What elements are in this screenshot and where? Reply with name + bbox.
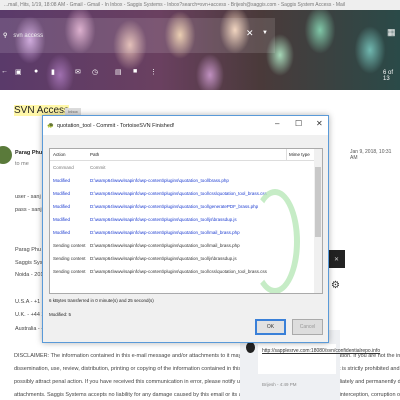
row-action: Command [53, 165, 74, 170]
close-icon[interactable]: ✕ [316, 119, 323, 128]
dialog-titlebar[interactable]: 🐢 quotation_tool - Commit - TortoiseSVN F… [43, 116, 328, 135]
close-panel-icon[interactable]: ✕ [328, 250, 345, 268]
row-path: D:\wamp64\www\sapinfo\wp-content\plugins… [90, 178, 229, 183]
search-icon: ⚲ [3, 33, 8, 39]
minimize-icon[interactable]: – [275, 119, 279, 128]
body-line: pass - sanj [15, 207, 42, 213]
table-row[interactable]: Modified D:\wamp64\www\sapinfo\wp-content… [50, 174, 322, 187]
disclaimer-line: dissemination, use, review, distribution… [14, 366, 400, 372]
row-action: Modified [53, 217, 71, 222]
gmail-header: ...mail, Hits, 1/19, 18:08 AM - Gmail - … [0, 0, 400, 90]
body-line: Saggis Sys [15, 260, 43, 266]
cancel-button[interactable]: Cancel [292, 319, 323, 335]
chat-meta: Brijesh - 4:49 PM [262, 382, 297, 387]
chat-link[interactable]: http://sapplesrve.com:18080/svn/confiden… [258, 344, 380, 374]
row-action: Sending content [53, 256, 86, 261]
search-options-icon[interactable]: ▼ [262, 30, 268, 36]
back-icon[interactable]: ← [1, 68, 8, 75]
row-action: Modified [53, 204, 71, 209]
search-value: svn access [13, 32, 44, 39]
tortoise-icon: 🐢 [47, 122, 54, 129]
row-action: Modified [53, 191, 71, 196]
snooze-icon[interactable]: ◷ [92, 68, 98, 76]
dialog-title: quotation_tool - Commit - TortoiseSVN Fi… [56, 122, 175, 129]
tortoise-arrow-watermark [250, 189, 300, 293]
label-icon[interactable]: ■ [133, 68, 137, 75]
column-mime[interactable]: Mime type [286, 149, 316, 160]
gear-icon[interactable]: ⚙ [331, 280, 340, 291]
modified-count: Modified: 5 [49, 312, 72, 317]
row-action: Modified [53, 230, 71, 235]
scrollbar-thumb[interactable] [315, 167, 321, 237]
archive-icon[interactable]: ▣ [15, 68, 22, 76]
chat-avatar [246, 342, 255, 353]
message-count: 6 of 13 [383, 70, 394, 82]
inbox-label[interactable]: Inbox [65, 108, 81, 115]
clear-search-icon[interactable]: ✕ [246, 28, 254, 39]
commit-log-list[interactable]: Action Path Mime type Command Commit Modif… [49, 148, 323, 294]
column-action[interactable]: Action [50, 152, 90, 157]
scrollbar[interactable] [314, 149, 322, 293]
row-action: Sending content [53, 243, 86, 248]
more-icon[interactable]: ⋮ [150, 68, 157, 76]
disclaimer-line: possibly attract penal action. If you ha… [14, 379, 400, 385]
spam-icon[interactable]: ● [34, 68, 38, 75]
mark-unread-icon[interactable]: ✉ [75, 68, 81, 76]
browser-strip: ...mail, Hits, 1/19, 18:08 AM - Gmail - … [0, 0, 400, 10]
transfer-status: 6 kBytes transferred in 0 minute(s) and … [49, 298, 154, 303]
body-line: U.S.A - +1 [15, 299, 41, 305]
row-path: D:\wamp64\www\sapinfo\wp-content\plugins… [90, 191, 267, 196]
column-path[interactable]: Path [90, 152, 286, 157]
sender-name[interactable]: Parag Phu [15, 150, 42, 156]
ok-button[interactable]: OK [255, 319, 286, 335]
move-to-icon[interactable]: ▤ [115, 68, 122, 76]
maximize-icon[interactable]: ☐ [295, 119, 302, 128]
row-action: Modified [53, 178, 71, 183]
list-header: Action Path Mime type [50, 149, 322, 161]
tortoisesvn-dialog: 🐢 quotation_tool - Commit - TortoiseSVN F… [42, 115, 329, 343]
disclaimer-line: attachments. Saggis Systems accepts no l… [14, 392, 400, 398]
row-path: Commit [90, 165, 106, 170]
delete-icon[interactable]: ▮ [51, 68, 55, 76]
body-line: U.K. - +44 2 [15, 312, 45, 318]
table-row[interactable]: Command Commit [50, 161, 322, 174]
body-line: Australia - + [15, 326, 45, 332]
avatar [0, 146, 12, 164]
email-date: Jan 9, 2018, 10:31 AM [350, 149, 392, 161]
body-line: user - sanj [15, 194, 41, 200]
row-action: Sending content [53, 269, 86, 274]
body-line: Noida - 201 [15, 272, 44, 278]
body-line: Parag Phu [15, 247, 41, 253]
apps-grid-icon[interactable]: ▦ [387, 27, 396, 38]
recipient[interactable]: to me [15, 161, 29, 167]
search-input[interactable]: ⚲ svn access [0, 18, 275, 53]
